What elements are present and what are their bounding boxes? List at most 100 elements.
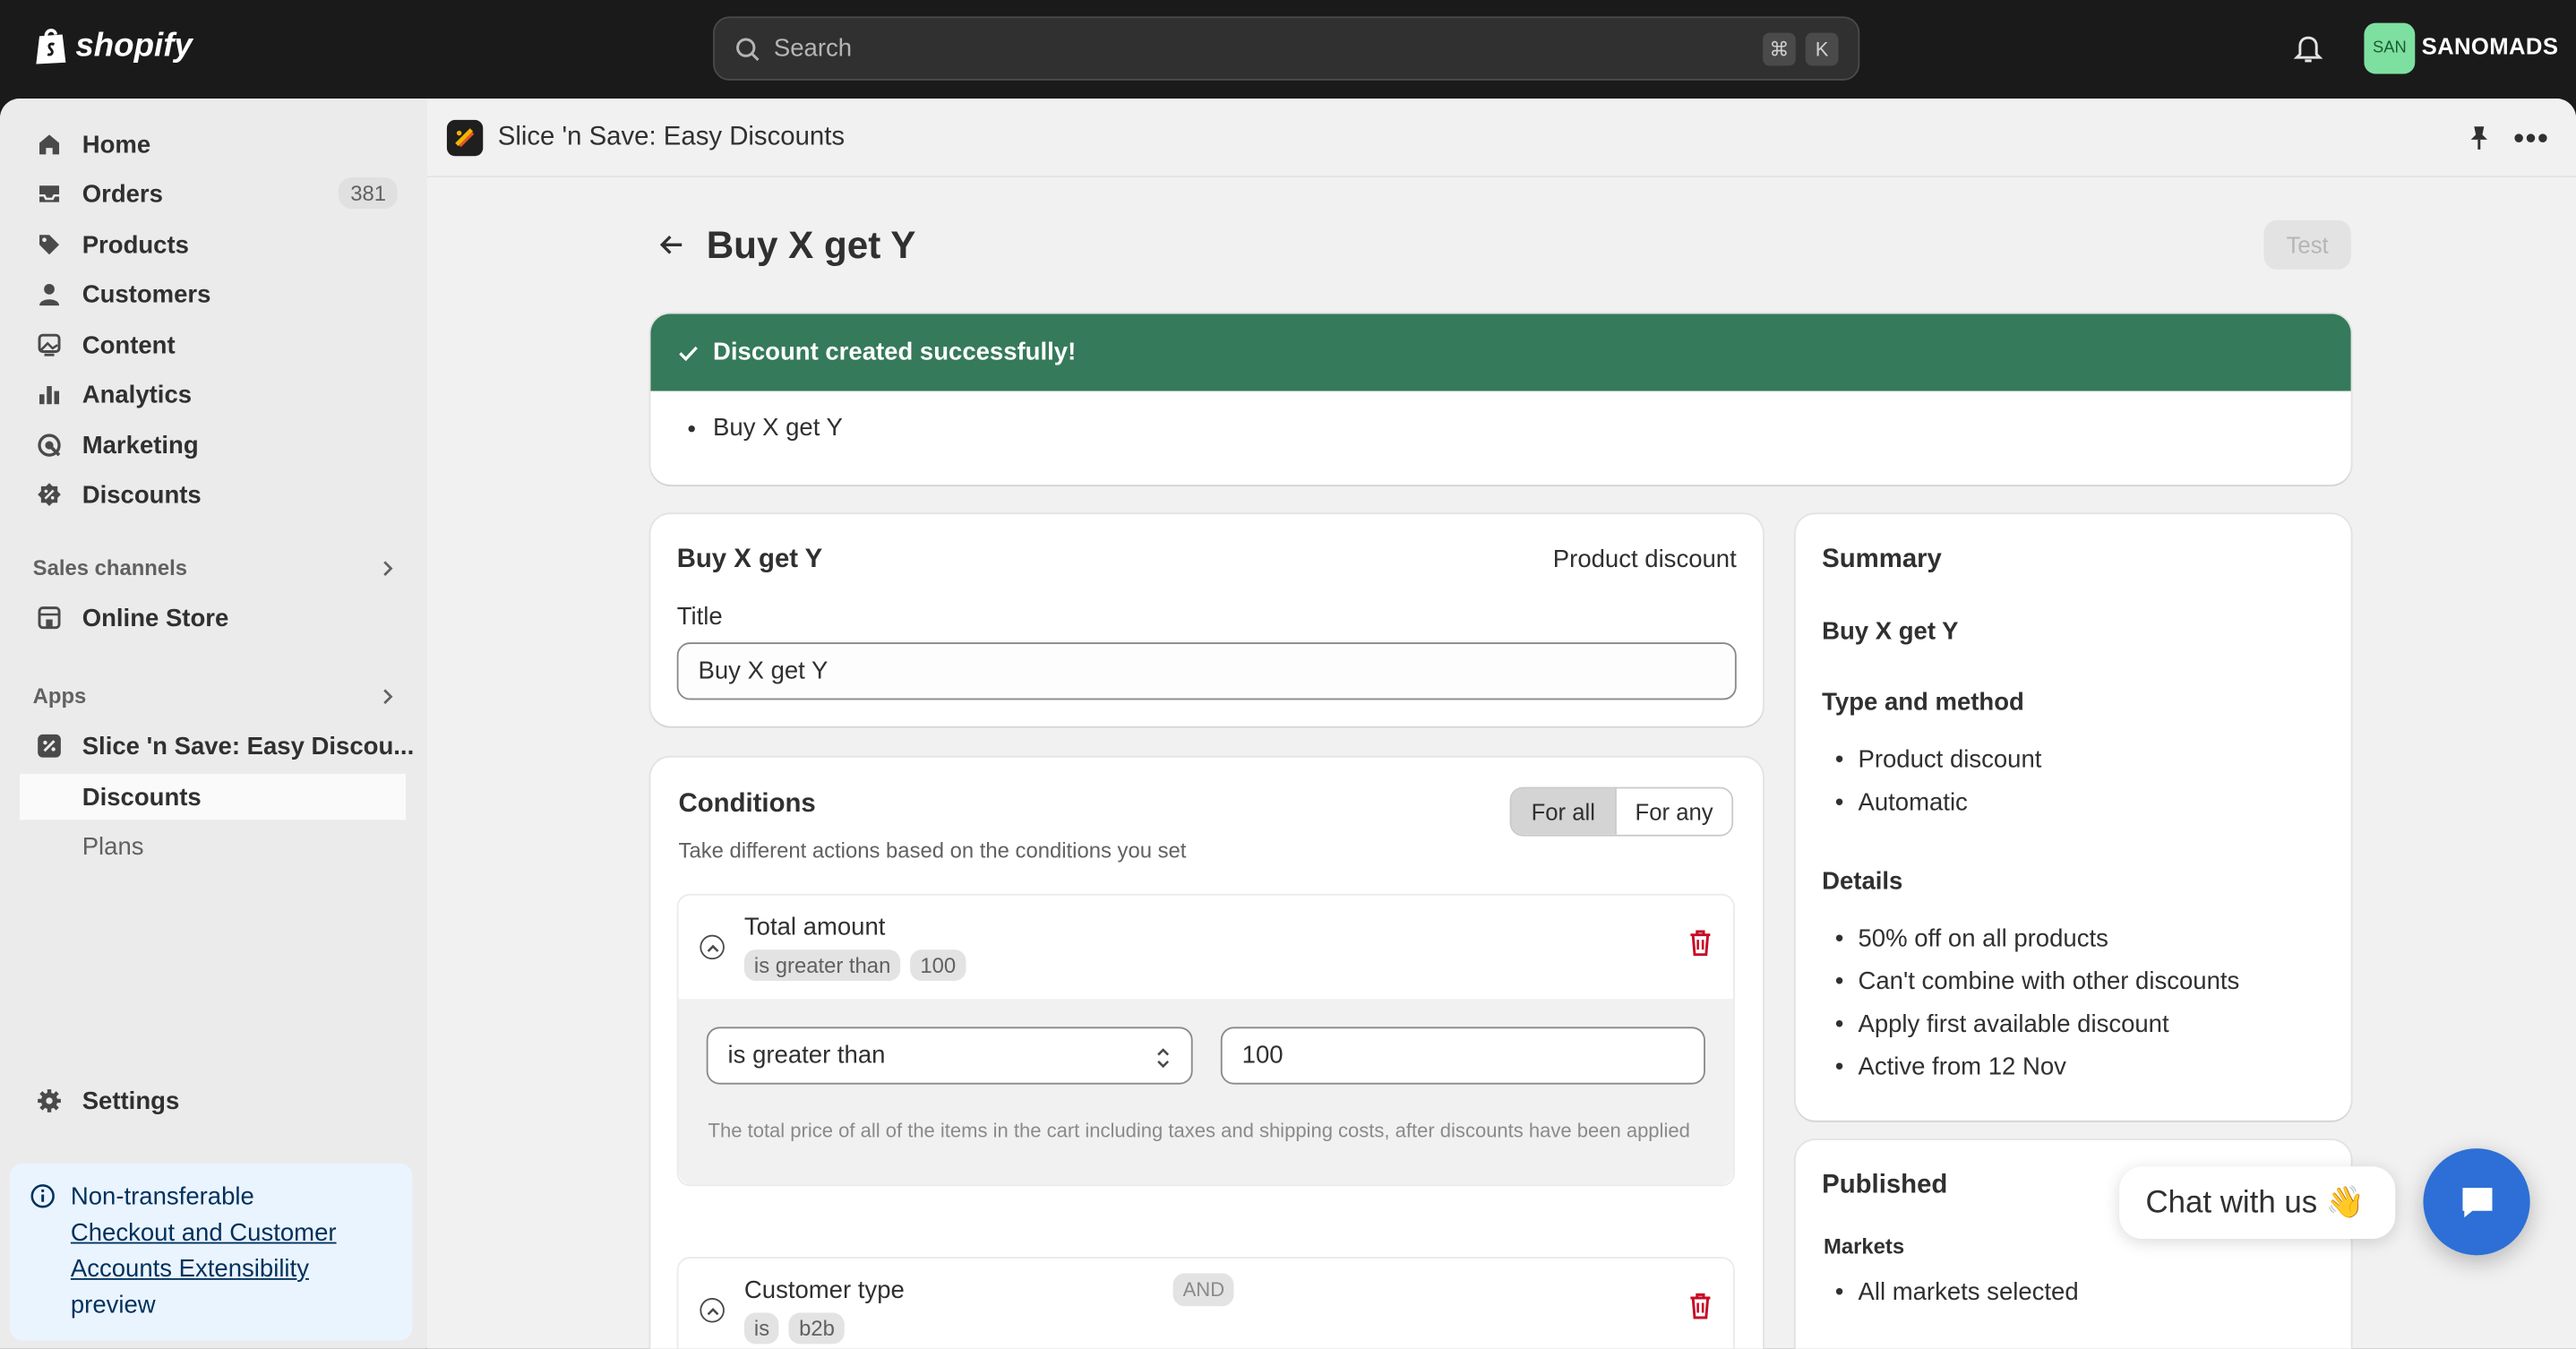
condition-value-chip: b2b: [789, 1312, 845, 1345]
checkmark-icon: [679, 345, 698, 361]
summary-list-item: Active from 12 Nov: [1835, 1053, 2066, 1081]
summary-heading: Summary: [1822, 545, 1942, 574]
sales-channels-heading[interactable]: Sales channels: [33, 555, 403, 580]
sidebar-item-label: Products: [82, 230, 189, 259]
logo-text: shopify: [75, 27, 193, 64]
app-bar: Slice 'n Save: Easy Discounts •••: [426, 99, 2576, 178]
amount-value-input[interactable]: 100: [1220, 1027, 1705, 1085]
summary-list-item: Apply first available discount: [1835, 1010, 2169, 1038]
sidebar-item-label: Analytics: [82, 380, 193, 408]
delete-icon[interactable]: [1689, 930, 1713, 957]
main-content: Slice 'n Save: Easy Discounts ••• Buy X …: [426, 99, 2576, 1349]
select-chevrons-icon: [1157, 1048, 1170, 1069]
banner-link[interactable]: Checkout and Customer Accounts Extensibi…: [71, 1219, 337, 1284]
operator-select-value: is greater than: [727, 1041, 886, 1070]
sidebar-item-label: Home: [82, 130, 151, 159]
discount-icon: [38, 483, 61, 506]
sidebar: Home Orders 381 Products Customers Conte…: [0, 99, 426, 1349]
operator-select[interactable]: is greater than: [706, 1027, 1193, 1085]
chevron-right-icon: [383, 689, 393, 705]
bell-icon[interactable]: [2293, 31, 2323, 73]
summary-list-item: Product discount: [1835, 746, 2042, 774]
chat-launcher-button[interactable]: [2423, 1148, 2530, 1256]
summary-card: Summary Buy X get Y Type and method Prod…: [1795, 514, 2351, 1121]
sidebar-item-orders[interactable]: Orders 381: [20, 171, 406, 217]
chat-prompt-bubble[interactable]: Chat with us 👋: [2119, 1166, 2396, 1239]
target-icon: [38, 434, 61, 457]
markets-label: Markets: [1823, 1233, 1905, 1259]
condition-operator-chip: is greater than: [743, 949, 901, 982]
page-title: Buy X get Y: [706, 223, 916, 267]
sidebar-item-marketing[interactable]: Marketing: [20, 422, 406, 468]
pin-icon[interactable]: [2468, 125, 2491, 150]
summary-list-item: Can't combine with other discounts: [1835, 967, 2240, 995]
search-input[interactable]: Search ⌘ K: [713, 16, 1860, 81]
condition-customer-type: Customer type is b2b: [676, 1257, 1735, 1349]
sidebar-item-customers[interactable]: Customers: [20, 271, 406, 317]
for-all-button[interactable]: For all: [1511, 788, 1616, 835]
shortcut-cmd-key: ⌘: [1763, 32, 1796, 66]
sidebar-item-content[interactable]: Content: [20, 322, 406, 368]
app-logo-icon: [38, 734, 61, 758]
store-name[interactable]: SANOMADS: [2422, 33, 2559, 59]
sidebar-item-products[interactable]: Products: [20, 222, 406, 268]
back-arrow-icon[interactable]: [657, 230, 687, 260]
sales-channels-label: Sales channels: [32, 554, 188, 580]
condition-help-text: The total price of all of the items in t…: [708, 1119, 1690, 1142]
title-label: Title: [676, 603, 723, 632]
shortcut-k-key: K: [1805, 32, 1839, 66]
collapse-icon[interactable]: [700, 1298, 725, 1323]
card-heading: Buy X get Y: [676, 545, 823, 574]
sidebar-item-online-store[interactable]: Online Store: [20, 595, 406, 640]
condition-operator-chip: is: [743, 1312, 780, 1345]
conditions-subtitle: Take different actions based on the cond…: [678, 838, 1187, 863]
test-button[interactable]: Test: [2263, 219, 2351, 270]
banner-line1: Non-transferable: [70, 1182, 254, 1211]
chat-icon: [2461, 1187, 2492, 1217]
store-icon: [38, 606, 61, 630]
summary-discount-name: Buy X get Y: [1822, 617, 1959, 646]
success-item: Buy X get Y: [713, 414, 2351, 442]
condition-total-amount: Total amount is greater than 100 is great…: [676, 893, 1735, 1187]
sidebar-item-app-discounts[interactable]: Discounts: [20, 773, 407, 821]
condition-name: Total amount: [743, 913, 886, 941]
image-icon: [38, 333, 61, 357]
sidebar-item-app[interactable]: Slice 'n Save: Easy Discou...: [20, 723, 414, 769]
chevron-right-icon: [383, 561, 393, 576]
gear-icon: [38, 1089, 61, 1113]
shopify-logo[interactable]: shopify: [33, 26, 193, 65]
sidebar-item-label: Slice 'n Save: Easy Discou...: [82, 732, 415, 760]
discount-details-card: Buy X get Y Product discount Title Buy X…: [650, 514, 1764, 726]
conditions-heading: Conditions: [678, 790, 816, 819]
sidebar-item-settings[interactable]: Settings: [20, 1078, 406, 1123]
delete-icon[interactable]: [1689, 1293, 1713, 1319]
app-title: Slice 'n Save: Easy Discounts: [497, 123, 846, 151]
sidebar-item-home[interactable]: Home: [20, 122, 406, 168]
shopify-bag-icon: [36, 29, 66, 64]
sidebar-item-label: Content: [82, 331, 176, 359]
person-icon: [39, 283, 60, 306]
match-mode-toggle: For all For any: [1509, 786, 1734, 837]
sidebar-item-analytics[interactable]: Analytics: [20, 372, 406, 417]
more-actions-icon[interactable]: •••: [2513, 122, 2549, 157]
admin-frame: Home Orders 381 Products Customers Conte…: [0, 99, 2576, 1349]
inbox-icon: [39, 185, 60, 202]
search-icon: [736, 37, 760, 61]
apps-heading[interactable]: Apps: [33, 683, 403, 709]
title-input[interactable]: Buy X get Y: [676, 642, 1737, 700]
tag-icon: [39, 235, 60, 255]
details-heading: Details: [1822, 867, 1903, 896]
sidebar-item-label: Customers: [82, 279, 211, 308]
collapse-icon[interactable]: [700, 934, 725, 960]
avatar[interactable]: SAN: [2364, 22, 2416, 74]
sidebar-item-app-plans[interactable]: Plans: [20, 823, 406, 869]
condition-name: Customer type: [743, 1276, 905, 1305]
bar-chart-icon: [39, 386, 60, 405]
for-any-button[interactable]: For any: [1615, 788, 1732, 835]
success-heading: Discount created successfully!: [713, 338, 1077, 367]
apps-label: Apps: [32, 683, 87, 709]
banner-line3: preview: [70, 1291, 156, 1319]
sidebar-item-discounts[interactable]: Discounts: [20, 471, 406, 517]
success-banner: Discount created successfully! Buy X get…: [650, 314, 2351, 485]
app-icon: [446, 119, 484, 157]
